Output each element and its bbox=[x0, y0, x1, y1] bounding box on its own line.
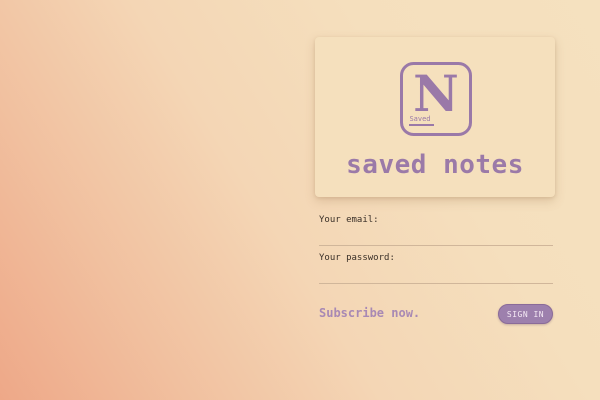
password-label: Your password: bbox=[319, 253, 395, 263]
brand-name: saved notes bbox=[346, 150, 524, 180]
email-input[interactable] bbox=[319, 227, 553, 243]
logo-card: N Saved saved notes bbox=[315, 37, 555, 197]
password-field: Your password: bbox=[319, 253, 553, 284]
logo-caption: Saved bbox=[409, 115, 430, 123]
email-label: Your email: bbox=[319, 215, 379, 225]
password-input[interactable] bbox=[319, 265, 553, 281]
notes-logo-icon: N Saved bbox=[400, 62, 472, 136]
sign-in-button[interactable]: SIGN IN bbox=[498, 304, 553, 324]
email-field: Your email: bbox=[319, 215, 553, 246]
subscribe-link[interactable]: Subscribe now. bbox=[319, 306, 420, 320]
